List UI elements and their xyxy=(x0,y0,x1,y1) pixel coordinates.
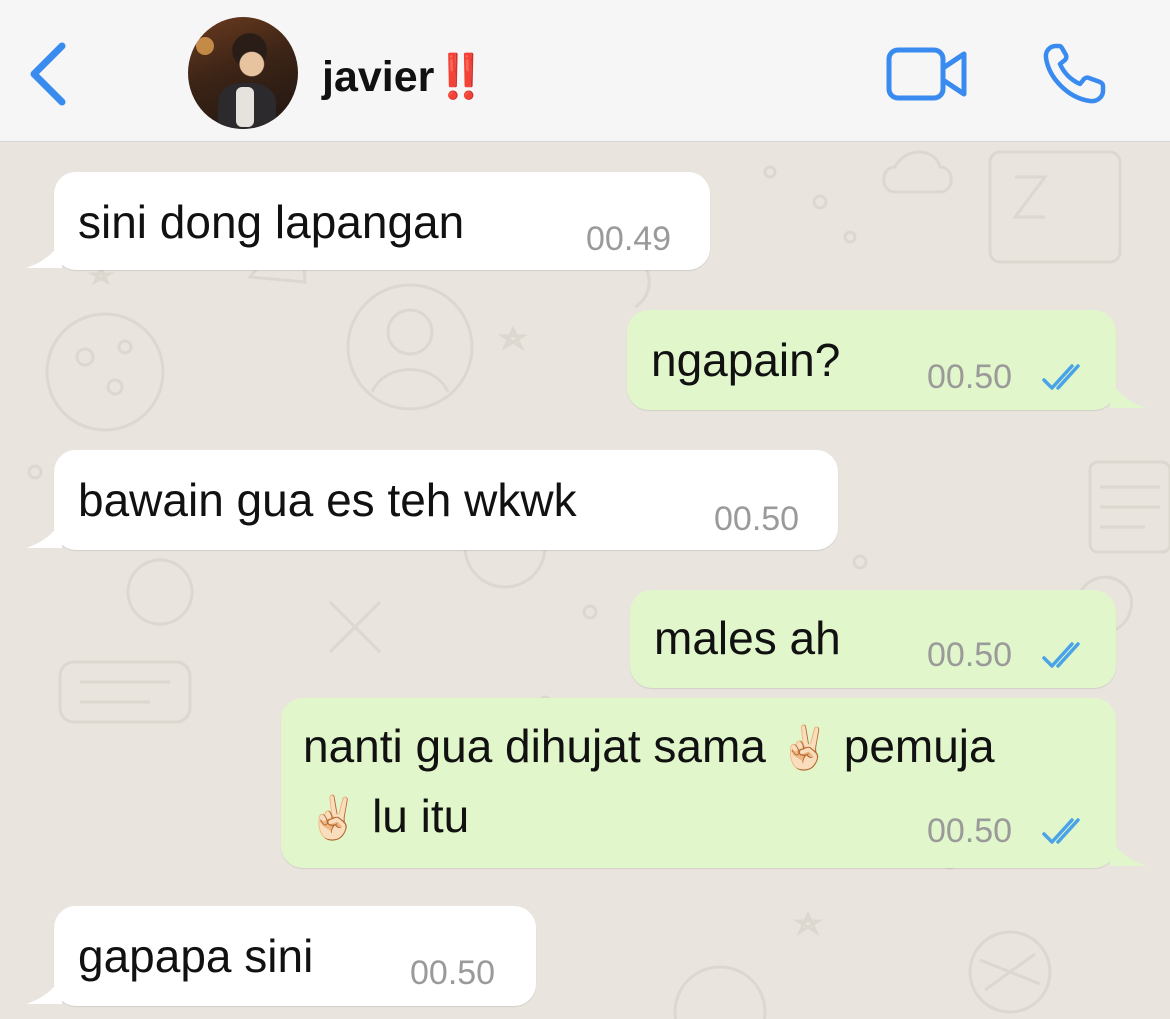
message-bubble-incoming[interactable]: bawain gua es teh wkwk 00.50 xyxy=(54,450,838,550)
phone-icon xyxy=(1043,43,1106,104)
message-bubble-incoming[interactable]: gapapa sini 00.50 xyxy=(54,906,536,1006)
message-time: 00.50 xyxy=(927,358,1013,396)
voice-call-button[interactable] xyxy=(1040,40,1110,106)
bubble-tail xyxy=(26,518,62,548)
read-receipt-icon xyxy=(1042,642,1080,668)
message-text: ngapain? xyxy=(651,334,841,386)
message-text: gapapa sini xyxy=(78,930,314,982)
chat-header: javier‼️ xyxy=(0,0,1170,142)
avatar[interactable] xyxy=(188,17,298,129)
message-text-line-1: nanti gua dihujat sama ✌🏻 pemuja xyxy=(303,712,995,782)
message-text: males ah xyxy=(654,612,841,664)
video-call-button[interactable] xyxy=(884,44,970,104)
victory-hand-emoji: ✌🏻 xyxy=(307,793,360,842)
message-bubble-outgoing[interactable]: males ah 00.50 xyxy=(630,590,1116,688)
video-camera-icon xyxy=(886,47,967,101)
bubble-tail xyxy=(26,974,62,1004)
read-receipt-icon xyxy=(1042,818,1080,844)
message-time: 00.50 xyxy=(927,636,1013,674)
message-bubble-incoming[interactable]: sini dong lapangan 00.49 xyxy=(54,172,710,270)
bubble-tail xyxy=(1110,378,1146,408)
message-text-segment: lu itu xyxy=(359,790,470,842)
double-exclamation-mark: ‼️ xyxy=(434,53,488,101)
message-text-segment: pemuja xyxy=(830,720,995,772)
message-list[interactable]: sini dong lapangan 00.49 ngapain? 00.50 … xyxy=(0,142,1170,1019)
message-text: bawain gua es teh wkwk xyxy=(78,474,577,526)
chat-wallpaper xyxy=(27,150,1170,1019)
contact-name[interactable]: javier‼️ xyxy=(322,52,488,102)
back-button[interactable] xyxy=(22,38,74,110)
message-text-segment: nanti gua dihujat sama xyxy=(303,720,779,772)
read-receipt-icon xyxy=(1042,364,1080,390)
bubble-tail xyxy=(26,238,62,268)
victory-hand-emoji: ✌🏻 xyxy=(778,723,831,772)
message-time: 00.50 xyxy=(714,500,800,538)
message-time: 00.50 xyxy=(410,954,496,992)
message-text: sini dong lapangan xyxy=(78,196,465,248)
chevron-left-icon xyxy=(30,42,66,106)
message-time: 00.50 xyxy=(927,812,1013,850)
message-bubble-outgoing[interactable]: nanti gua dihujat sama ✌🏻 pemuja ✌🏻 lu i… xyxy=(281,698,1116,868)
message-text-line-2: ✌🏻 lu itu xyxy=(307,782,469,852)
message-time: 00.49 xyxy=(586,220,672,258)
contact-name-text: javier xyxy=(322,53,435,101)
bubble-tail xyxy=(1110,836,1146,866)
message-bubble-outgoing[interactable]: ngapain? 00.50 xyxy=(627,310,1116,410)
